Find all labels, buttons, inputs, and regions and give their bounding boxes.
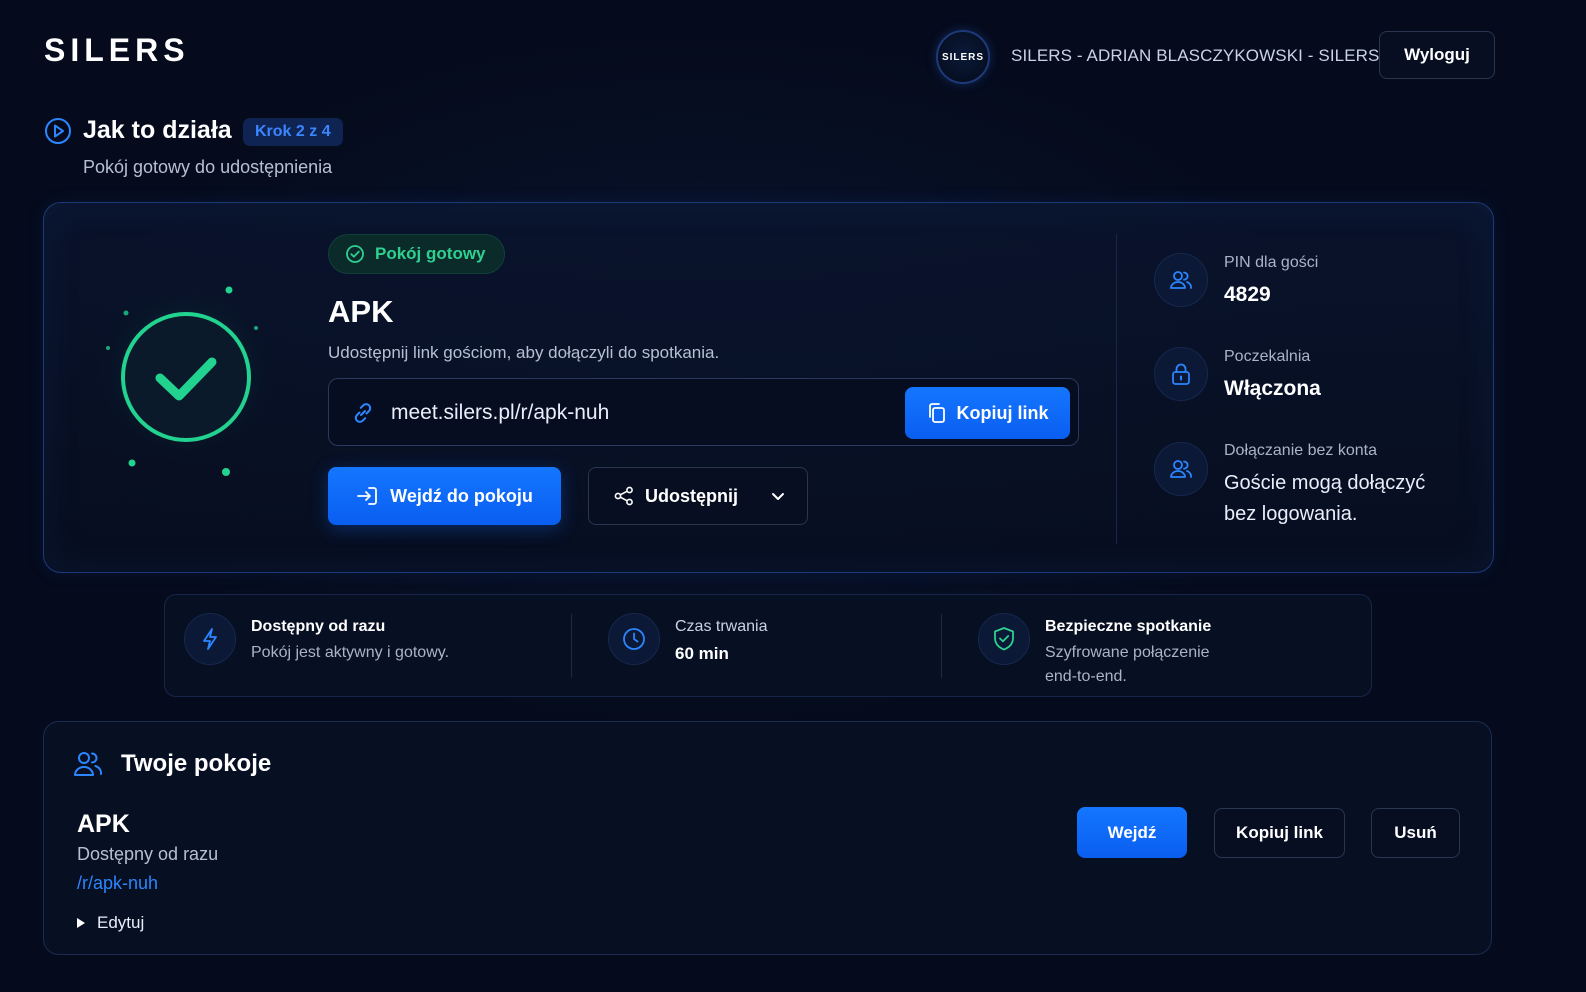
room-item-enter-button[interactable]: Wejdź [1077, 807, 1187, 858]
shield-check-icon [978, 613, 1030, 665]
copy-icon [928, 403, 945, 423]
guest-join-value-line2: bez logowania. [1224, 503, 1358, 525]
chevron-down-icon [772, 492, 784, 500]
avatar-text: SILERS [941, 51, 985, 63]
waiting-room-label: Poczekalnia [1224, 348, 1311, 365]
feature-divider [571, 614, 572, 678]
share-label: Udostępnij [645, 485, 738, 506]
step-badge: Krok 2 z 4 [243, 118, 343, 146]
room-item-status: Dostępny od razu [77, 844, 219, 864]
user-name: SILERS - ADRIAN BLASCZYKOWSKI - SILERS [1011, 46, 1380, 65]
guest-users-icon [1154, 442, 1208, 496]
guest-join-label: Dołączanie bez konta [1224, 442, 1377, 459]
available-title: Dostępny od razu [251, 618, 386, 635]
feature-divider [941, 614, 942, 678]
rooms-users-icon [74, 752, 103, 776]
room-link-text[interactable]: meet.silers.pl/r/apk-nuh [391, 401, 609, 425]
available-subtitle: Pokój jest aktywny i gotowy. [251, 644, 450, 661]
room-item-name: APK [77, 810, 130, 838]
secure-subtitle-line2: end-to-end. [1045, 668, 1127, 685]
room-description: Udostępnij link gościom, aby dołączyli d… [328, 343, 720, 362]
logout-button[interactable]: Wyloguj [1379, 31, 1495, 79]
room-title: APK [328, 294, 394, 329]
card-divider [1116, 234, 1117, 544]
lightning-icon [184, 613, 236, 665]
copy-link-label: Kopiuj link [956, 402, 1049, 423]
duration-value: 60 min [675, 644, 729, 663]
secure-subtitle-line1: Szyfrowane połączenie [1045, 644, 1210, 661]
pin-value: 4829 [1224, 283, 1271, 306]
check-circle-icon [346, 245, 364, 263]
room-ready-label: Pokój gotowy [375, 244, 486, 263]
login-arrow-icon [357, 487, 378, 505]
enter-room-label: Wejdź do pokoju [390, 485, 533, 506]
guest-join-value-line1: Goście mogą dołączyć [1224, 472, 1426, 494]
triangle-right-icon [77, 918, 85, 928]
share-dropdown-button[interactable]: Udostępnij [588, 467, 808, 525]
pin-users-icon [1154, 253, 1208, 307]
share-icon [614, 486, 633, 506]
edit-label: Edytuj [97, 913, 145, 932]
enter-room-button[interactable]: Wejdź do pokoju [328, 467, 561, 525]
success-check-icon [96, 285, 278, 476]
room-ready-badge: Pokój gotowy [328, 234, 505, 274]
room-item-path-link[interactable]: /r/apk-nuh [77, 873, 158, 894]
step-subtitle: Pokój gotowy do udostępnienia [83, 157, 333, 177]
clock-icon [608, 613, 660, 665]
secure-title: Bezpieczne spotkanie [1045, 618, 1212, 635]
step-title: Jak to działa [83, 116, 232, 144]
waiting-room-value: Włączona [1224, 377, 1321, 400]
svg-text:SILERS: SILERS [44, 34, 190, 66]
lock-icon [1154, 347, 1208, 401]
room-item-edit-toggle[interactable]: Edytuj [77, 913, 144, 933]
play-circle-icon[interactable] [44, 117, 72, 145]
rooms-title: Twoje pokoje [121, 750, 272, 777]
link-icon [354, 403, 372, 423]
duration-title: Czas trwania [675, 618, 768, 635]
avatar[interactable]: SILERS [936, 30, 990, 84]
room-item-copy-link-button[interactable]: Kopiuj link [1214, 808, 1345, 858]
silers-logo[interactable]: SILERS [44, 34, 236, 66]
pin-label: PIN dla gości [1224, 254, 1319, 271]
copy-link-button[interactable]: Kopiuj link [905, 387, 1070, 439]
room-item-delete-button[interactable]: Usuń [1371, 808, 1460, 858]
